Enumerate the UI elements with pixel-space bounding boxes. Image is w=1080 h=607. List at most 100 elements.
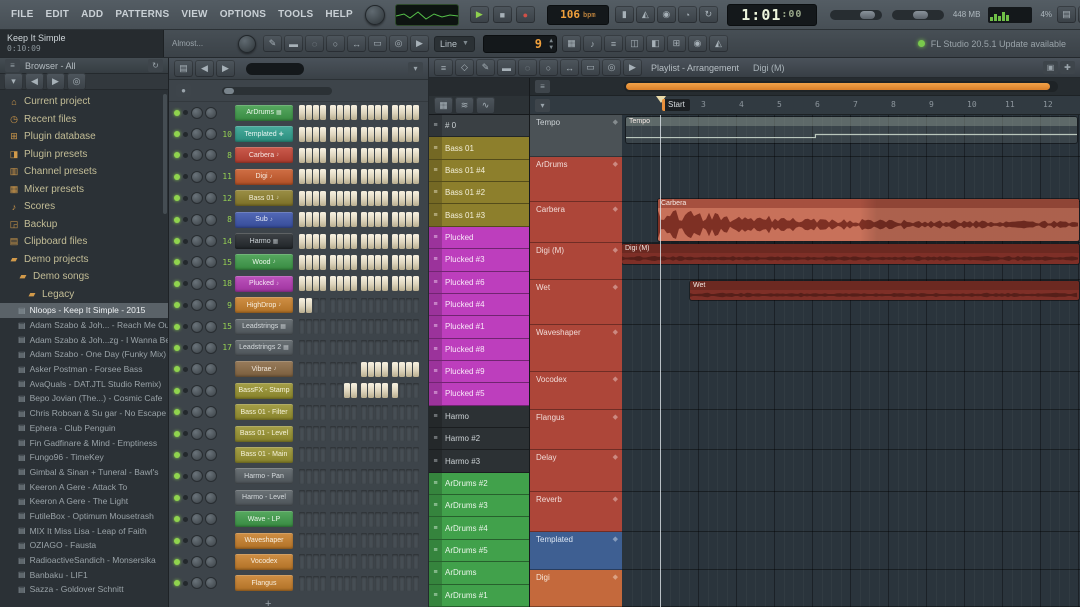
step-cell[interactable] bbox=[330, 105, 336, 121]
step-cell[interactable] bbox=[392, 212, 398, 228]
step-cell[interactable] bbox=[375, 105, 381, 121]
step-cell[interactable] bbox=[399, 276, 405, 292]
step-cell[interactable] bbox=[351, 319, 357, 335]
rack-prev-icon[interactable]: ◀ bbox=[195, 60, 214, 77]
step-cell[interactable] bbox=[375, 212, 381, 228]
menu-view[interactable]: VIEW bbox=[175, 9, 213, 20]
step-cell[interactable] bbox=[313, 233, 319, 249]
channel-button[interactable]: Plucked ♪ bbox=[235, 275, 293, 292]
channel-enable-led[interactable] bbox=[174, 152, 180, 159]
step-cell[interactable] bbox=[344, 126, 350, 142]
step-cell[interactable] bbox=[361, 511, 367, 527]
step-cell[interactable] bbox=[361, 276, 367, 292]
picker-clip[interactable]: ≡ # 0 bbox=[429, 115, 529, 138]
step-cell[interactable] bbox=[337, 276, 343, 292]
step-cell[interactable] bbox=[351, 297, 357, 313]
channel-select-led[interactable] bbox=[183, 345, 188, 351]
step-cell[interactable] bbox=[337, 254, 343, 270]
step-cell[interactable] bbox=[382, 468, 388, 484]
step-cell[interactable] bbox=[399, 361, 405, 377]
step-cell[interactable] bbox=[306, 233, 312, 249]
channel-volume-knob[interactable] bbox=[205, 170, 217, 183]
channel-enable-led[interactable] bbox=[174, 323, 180, 330]
browser-file[interactable]: ▤ FutileBox - Optimum Mousetrash bbox=[0, 509, 168, 524]
step-cell[interactable] bbox=[375, 383, 381, 399]
channel-button[interactable]: Leadstrings ▦ bbox=[235, 318, 293, 335]
step-cell[interactable] bbox=[399, 554, 405, 570]
track-header-digi[interactable]: Digi ◆ bbox=[530, 570, 622, 607]
step-cell[interactable] bbox=[361, 126, 367, 142]
browser-file[interactable]: ▤ AvaQuals - DAT.JTL Studio Remix) bbox=[0, 376, 168, 391]
browser-file[interactable]: ▤ Banbaku - LIF1 bbox=[0, 567, 168, 582]
mute-tool-icon[interactable]: ○ bbox=[326, 35, 345, 52]
rack-menu-icon[interactable]: ▤ bbox=[174, 60, 193, 77]
channel-enable-led[interactable] bbox=[174, 366, 180, 373]
step-cell[interactable] bbox=[299, 233, 305, 249]
step-cell[interactable] bbox=[406, 126, 412, 142]
step-cell[interactable] bbox=[299, 468, 305, 484]
step-cell[interactable] bbox=[413, 340, 419, 356]
step-cell[interactable] bbox=[375, 254, 381, 270]
channel-enable-led[interactable] bbox=[174, 537, 180, 544]
step-cell[interactable] bbox=[375, 511, 381, 527]
browser-folder-plugin-presets[interactable]: ◨ Plugin presets bbox=[0, 146, 168, 164]
channel-select-led[interactable] bbox=[183, 110, 188, 116]
channel-select-led[interactable] bbox=[183, 195, 188, 201]
step-cell[interactable] bbox=[306, 319, 312, 335]
step-cell[interactable] bbox=[382, 575, 388, 591]
browser-collapse-icon[interactable]: ≡ bbox=[5, 59, 20, 72]
channel-button[interactable]: Flangus bbox=[235, 575, 293, 592]
step-cell[interactable] bbox=[368, 147, 374, 163]
step-cell[interactable] bbox=[361, 169, 367, 185]
track-header-tempo[interactable]: Tempo ◆ bbox=[530, 115, 622, 157]
master-pitch-slider[interactable] bbox=[891, 9, 944, 20]
step-cell[interactable] bbox=[320, 404, 326, 420]
channel-select-led[interactable] bbox=[183, 174, 188, 180]
step-cell[interactable] bbox=[413, 533, 419, 548]
select-tool-icon[interactable]: ▭ bbox=[368, 35, 387, 52]
browser-folder-scores[interactable]: ♪ Scores bbox=[0, 198, 168, 216]
step-cell[interactable] bbox=[368, 254, 374, 270]
picker-clip[interactable]: ≡ ArDrums #3 bbox=[429, 495, 529, 518]
step-cell[interactable] bbox=[299, 447, 305, 463]
channel-pan-knob[interactable] bbox=[191, 320, 203, 333]
channel-enable-led[interactable] bbox=[174, 473, 180, 480]
step-cell[interactable] bbox=[299, 490, 305, 506]
step-cell[interactable] bbox=[368, 276, 374, 292]
step-cell[interactable] bbox=[320, 340, 326, 356]
picker-clip[interactable]: ≡ ArDrums bbox=[429, 562, 529, 585]
step-cell[interactable] bbox=[406, 361, 412, 377]
channel-select-led[interactable] bbox=[183, 388, 188, 394]
step-cell[interactable] bbox=[382, 511, 388, 527]
step-cell[interactable] bbox=[306, 276, 312, 292]
channel-pan-knob[interactable] bbox=[191, 470, 203, 483]
step-cell[interactable] bbox=[351, 276, 357, 292]
picker-clip[interactable]: ≡ Plucked bbox=[429, 226, 529, 250]
menu-file[interactable]: FILE bbox=[5, 9, 39, 20]
picker-clip[interactable]: ≡ ArDrums #4 bbox=[429, 517, 529, 540]
channel-select-led[interactable] bbox=[183, 409, 188, 415]
step-cell[interactable] bbox=[330, 319, 336, 335]
step-cell[interactable] bbox=[330, 297, 336, 313]
step-cell[interactable] bbox=[306, 190, 312, 206]
step-cell[interactable] bbox=[351, 254, 357, 270]
step-cell[interactable] bbox=[413, 511, 419, 527]
channel-enable-led[interactable] bbox=[174, 280, 180, 287]
channel-volume-knob[interactable] bbox=[205, 534, 217, 547]
step-cell[interactable] bbox=[313, 254, 319, 270]
channel-pan-knob[interactable] bbox=[191, 106, 203, 119]
step-cell[interactable] bbox=[392, 105, 398, 121]
menu-tools[interactable]: TOOLS bbox=[272, 9, 319, 20]
playback-tool-icon[interactable]: ▶ bbox=[410, 35, 429, 52]
channel-enable-led[interactable] bbox=[174, 173, 180, 180]
loop-record-icon[interactable]: ↻ bbox=[698, 6, 718, 23]
step-cell[interactable] bbox=[399, 340, 405, 356]
step-cell[interactable] bbox=[299, 169, 305, 185]
step-cell[interactable] bbox=[337, 447, 343, 463]
channel-button[interactable]: BassFX - Stamp bbox=[235, 382, 293, 399]
step-cell[interactable] bbox=[320, 447, 326, 463]
step-cell[interactable] bbox=[382, 190, 388, 206]
step-cell[interactable] bbox=[306, 533, 312, 548]
step-cell[interactable] bbox=[320, 297, 326, 313]
step-cell[interactable] bbox=[351, 468, 357, 484]
